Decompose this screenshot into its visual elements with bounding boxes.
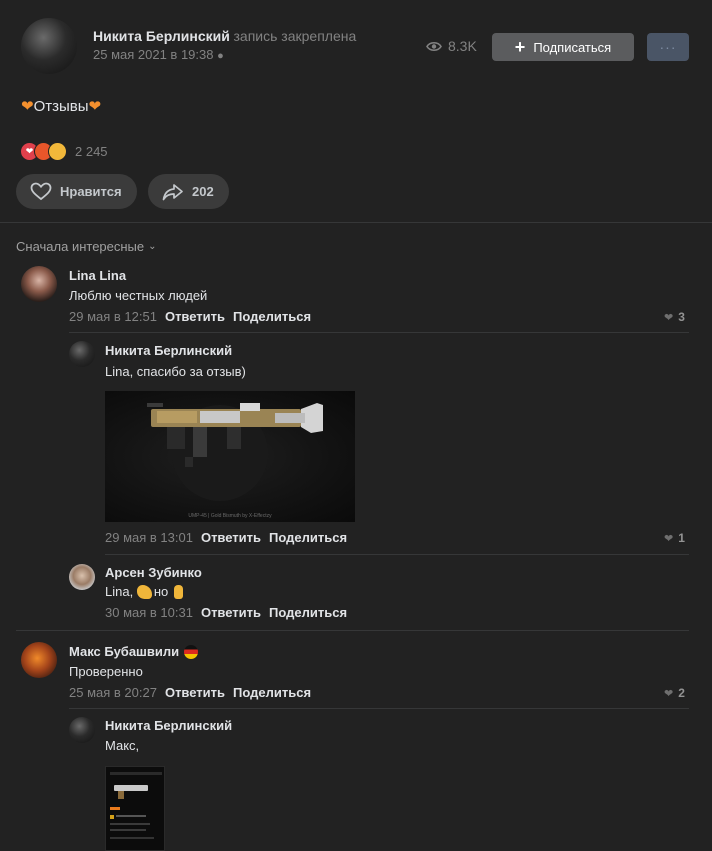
post-divider bbox=[0, 222, 712, 223]
heart-icon: ❤ bbox=[664, 687, 674, 700]
phone-screenshot-image bbox=[110, 772, 162, 839]
post-author-avatar[interactable] bbox=[21, 18, 77, 74]
like-button[interactable]: Нравится bbox=[16, 174, 137, 209]
apple-icon: ● bbox=[217, 50, 224, 62]
reply-avatar[interactable] bbox=[69, 564, 95, 590]
share-comment-button[interactable]: Поделиться bbox=[233, 685, 311, 700]
reply-attached-image[interactable]: UMP-45 | Gold Bismuth by X-Effectzy bbox=[105, 391, 355, 522]
reply-meta: 30 мая в 10:31 Ответить Поделиться bbox=[105, 605, 347, 620]
more-dots-icon: ··· bbox=[659, 39, 677, 55]
post-date-line: 25 мая 2021 в 19:38 ● bbox=[93, 47, 224, 62]
reactions-bar[interactable]: ❤ 2 245 bbox=[20, 142, 108, 161]
sort-label: Сначала интересные bbox=[16, 239, 145, 254]
more-button[interactable]: ··· bbox=[647, 33, 689, 61]
comment-meta: 29 мая в 12:51 Ответить Поделиться bbox=[69, 309, 311, 324]
flexed-biceps-icon bbox=[136, 584, 152, 599]
share-comment-button[interactable]: Поделиться bbox=[269, 530, 347, 545]
reply-text-prefix: Lina, bbox=[105, 584, 137, 599]
views-count: 8.3K bbox=[448, 38, 477, 54]
chevron-down-icon: ⌄ bbox=[148, 241, 157, 252]
reply-date[interactable]: 29 мая в 13:01 bbox=[105, 530, 193, 545]
comment-like-count: 3 bbox=[678, 310, 685, 324]
comment-text: Люблю честных людей bbox=[69, 288, 208, 303]
reply-button[interactable]: Ответить bbox=[201, 530, 261, 545]
like-label: Нравится bbox=[60, 184, 122, 199]
heart-icon: ❤ bbox=[664, 311, 674, 324]
reply-author[interactable]: Арсен Зубинко bbox=[105, 565, 202, 580]
comment-avatar[interactable] bbox=[21, 266, 57, 302]
post-author-line: Никита Берлинский запись закреплена bbox=[93, 28, 356, 44]
heart-orange-icon: ❤ bbox=[88, 98, 102, 115]
reactions-count: 2 245 bbox=[75, 144, 108, 159]
comment-avatar[interactable] bbox=[21, 642, 57, 678]
reaction-sad-icon bbox=[48, 142, 67, 161]
heart-icon: ❤ bbox=[664, 532, 674, 545]
comment-date[interactable]: 29 мая в 12:51 bbox=[69, 309, 157, 324]
share-comment-button[interactable]: Поделиться bbox=[233, 309, 311, 324]
comment-like[interactable]: ❤ 2 bbox=[664, 686, 685, 700]
comment-author[interactable]: Lina Lina bbox=[69, 268, 126, 283]
views-counter: 8.3K bbox=[426, 38, 477, 54]
eye-icon bbox=[426, 41, 442, 51]
comment-thread-divider bbox=[16, 630, 689, 631]
reply-text: Lina, спасибо за отзыв) bbox=[105, 364, 246, 379]
reply-author[interactable]: Никита Берлинский bbox=[105, 718, 232, 733]
reply-date[interactable]: 30 мая в 10:31 bbox=[105, 605, 193, 620]
post-text-label: Отзывы bbox=[33, 97, 89, 115]
comment-divider bbox=[69, 332, 689, 333]
germany-flag-icon bbox=[184, 644, 199, 659]
share-count: 202 bbox=[192, 184, 214, 199]
reply-avatar[interactable] bbox=[69, 717, 95, 743]
reply-avatar[interactable] bbox=[69, 341, 95, 367]
reply-button[interactable]: Ответить bbox=[165, 685, 225, 700]
reply-text-mid: но bbox=[153, 584, 169, 599]
finger-icon bbox=[174, 584, 184, 599]
comments-sort[interactable]: Сначала интересные ⌄ bbox=[16, 239, 157, 254]
post-text: ❤ Отзывы ❤ bbox=[21, 97, 102, 116]
reply-author[interactable]: Никита Берлинский bbox=[105, 343, 232, 358]
reply-button[interactable]: Ответить bbox=[165, 309, 225, 324]
reply-button[interactable]: Ответить bbox=[201, 605, 261, 620]
subscribe-button[interactable]: + Подписаться bbox=[492, 33, 634, 61]
comment-like[interactable]: ❤ 3 bbox=[664, 310, 685, 324]
share-arrow-icon bbox=[162, 183, 183, 200]
comment-author-line: Макс Бубашвили bbox=[69, 644, 199, 659]
reply-text: Lina, но bbox=[105, 584, 184, 599]
reply-attached-screenshot[interactable] bbox=[105, 766, 165, 851]
comment-date[interactable]: 25 мая в 20:27 bbox=[69, 685, 157, 700]
comment-author[interactable]: Макс Бубашвили bbox=[69, 644, 179, 659]
share-button[interactable]: 202 bbox=[148, 174, 229, 209]
subscribe-label: Подписаться bbox=[533, 39, 612, 55]
image-caption: UMP-45 | Gold Bismuth by X-Effectzy bbox=[188, 513, 272, 519]
post-date[interactable]: 25 мая 2021 в 19:38 bbox=[93, 47, 213, 62]
plus-icon: + bbox=[514, 37, 526, 57]
smg-weapon-image bbox=[147, 403, 323, 501]
comment-meta: 25 мая в 20:27 Ответить Поделиться bbox=[69, 685, 311, 700]
heart-orange-icon: ❤ bbox=[21, 98, 34, 115]
comment-divider bbox=[69, 708, 689, 709]
comment-like-count: 2 bbox=[678, 686, 685, 700]
reply-meta: 29 мая в 13:01 Ответить Поделиться bbox=[105, 530, 347, 545]
share-comment-button[interactable]: Поделиться bbox=[269, 605, 347, 620]
pinned-label: запись закреплена bbox=[233, 28, 357, 44]
reply-like[interactable]: ❤ 1 bbox=[664, 531, 685, 545]
reply-like-count: 1 bbox=[678, 531, 685, 545]
heart-outline-icon bbox=[30, 182, 52, 201]
post-author-name[interactable]: Никита Берлинский bbox=[93, 28, 230, 44]
reply-text: Макс, bbox=[105, 738, 140, 753]
comment-text: Проверенно bbox=[69, 664, 143, 679]
reply-divider bbox=[105, 554, 689, 555]
